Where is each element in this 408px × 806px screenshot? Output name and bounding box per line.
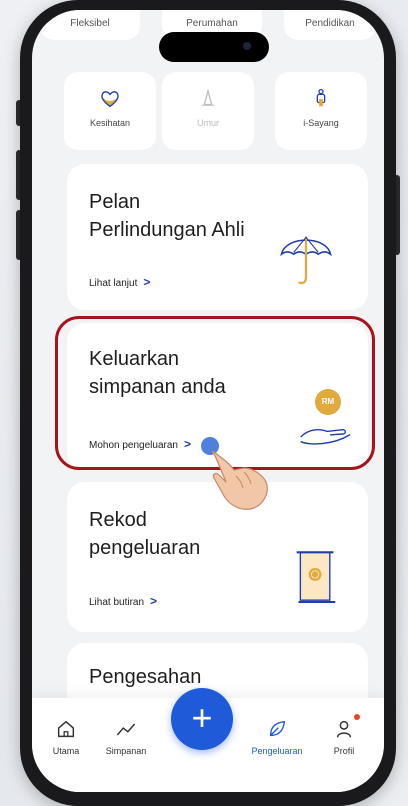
category-label: i-Sayang (303, 118, 339, 128)
chart-line-icon (117, 723, 135, 736)
tab-fleksibel[interactable]: Fleksibel (40, 10, 140, 40)
card-perlindungan[interactable]: Pelan Perlindungan Ahli Lihat lanjut > (67, 164, 368, 310)
family-icon (316, 89, 326, 107)
leaf-icon (269, 720, 286, 737)
dynamic-island (159, 32, 269, 62)
nav-label: Simpanan (105, 746, 147, 756)
category-kesihatan[interactable]: Kesihatan (64, 72, 156, 150)
nav-utama[interactable]: Utama (46, 718, 86, 756)
lihat-butiran-link[interactable]: Lihat butiran > (89, 594, 157, 608)
nav-pengeluaran[interactable]: Pengeluaran (246, 718, 308, 756)
home-icon (57, 720, 75, 738)
tab-label: Fleksibel (70, 18, 110, 29)
person-icon (336, 720, 352, 738)
nav-label: Pengeluaran (251, 746, 303, 756)
nav-label: Profil (333, 746, 355, 756)
nav-label: Utama (52, 746, 80, 756)
person-icon (201, 88, 215, 107)
card-title: Pengesahan (89, 666, 202, 688)
pointing-hand-icon (201, 437, 268, 510)
card-title: Pelan Perlindungan Ahli (89, 191, 245, 241)
card-title: Rekod pengeluaran (89, 509, 201, 559)
lihat-lanjut-link[interactable]: Lihat lanjut > (89, 275, 150, 289)
category-label: Kesihatan (89, 118, 131, 128)
tab-label: Pendidikan (305, 18, 355, 29)
notification-badge (354, 714, 360, 720)
umbrella-icon (280, 236, 332, 285)
category-umur[interactable]: Umur (162, 72, 254, 150)
tab-label: Perumahan (186, 18, 238, 29)
category-isayang[interactable]: i-Sayang (275, 72, 367, 150)
nav-profil[interactable]: Profil (324, 714, 364, 756)
heart-icon (101, 91, 119, 108)
nav-simpanan[interactable]: Simpanan (98, 718, 154, 756)
tab-pendidikan[interactable]: Pendidikan (284, 10, 376, 40)
chevron-right-icon: > (143, 275, 151, 289)
chevron-right-icon: > (150, 594, 158, 608)
category-label: Umur (197, 118, 219, 128)
plus-icon: + (191, 697, 213, 738)
add-button[interactable]: + (171, 688, 233, 750)
scroll-icon (296, 551, 336, 604)
